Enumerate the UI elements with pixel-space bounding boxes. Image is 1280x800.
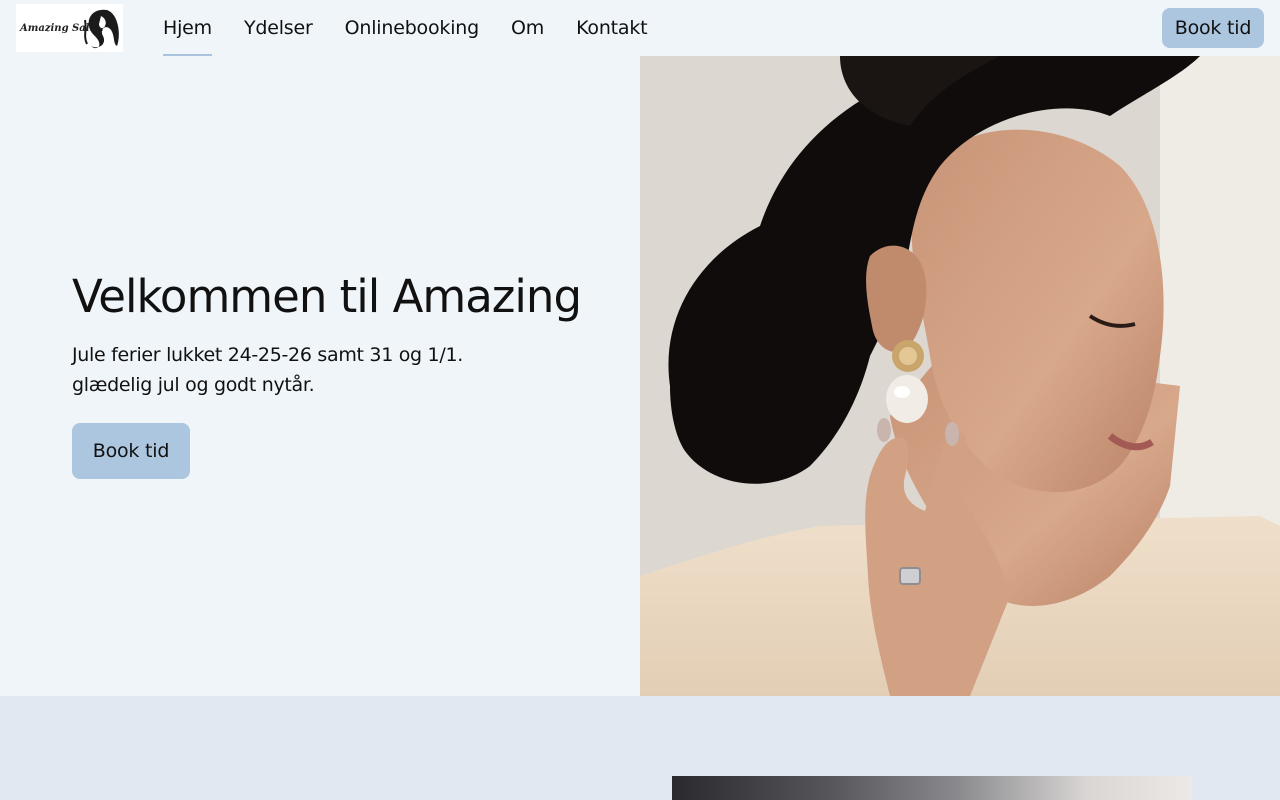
hero-text: Jule ferier lukket 24-25-26 samt 31 og 1… [72, 344, 463, 396]
hero-book-button[interactable]: Book tid [72, 423, 190, 479]
hero-image [640, 56, 1280, 696]
nav-item-hjem[interactable]: Hjem [163, 0, 212, 56]
site-logo[interactable]: Amazing Salon [16, 4, 123, 52]
nav-item-kontakt[interactable]: Kontakt [576, 0, 648, 56]
woman-with-earring-photo [640, 56, 1280, 696]
site-header: Amazing Salon Hjem Ydelser Onlinebooking… [0, 0, 1280, 56]
header-book-button[interactable]: Book tid [1162, 8, 1264, 48]
nav-item-onlinebooking[interactable]: Onlinebooking [345, 0, 480, 56]
hero-title: Velkommen til Amazing [72, 270, 582, 323]
nav-item-ydelser[interactable]: Ydelser [244, 0, 313, 56]
woman-hair-logo-icon [84, 9, 119, 49]
main-nav: Hjem Ydelser Onlinebooking Om Kontakt [163, 0, 679, 56]
nav-item-om[interactable]: Om [511, 0, 544, 56]
salon-photo [672, 776, 1192, 800]
